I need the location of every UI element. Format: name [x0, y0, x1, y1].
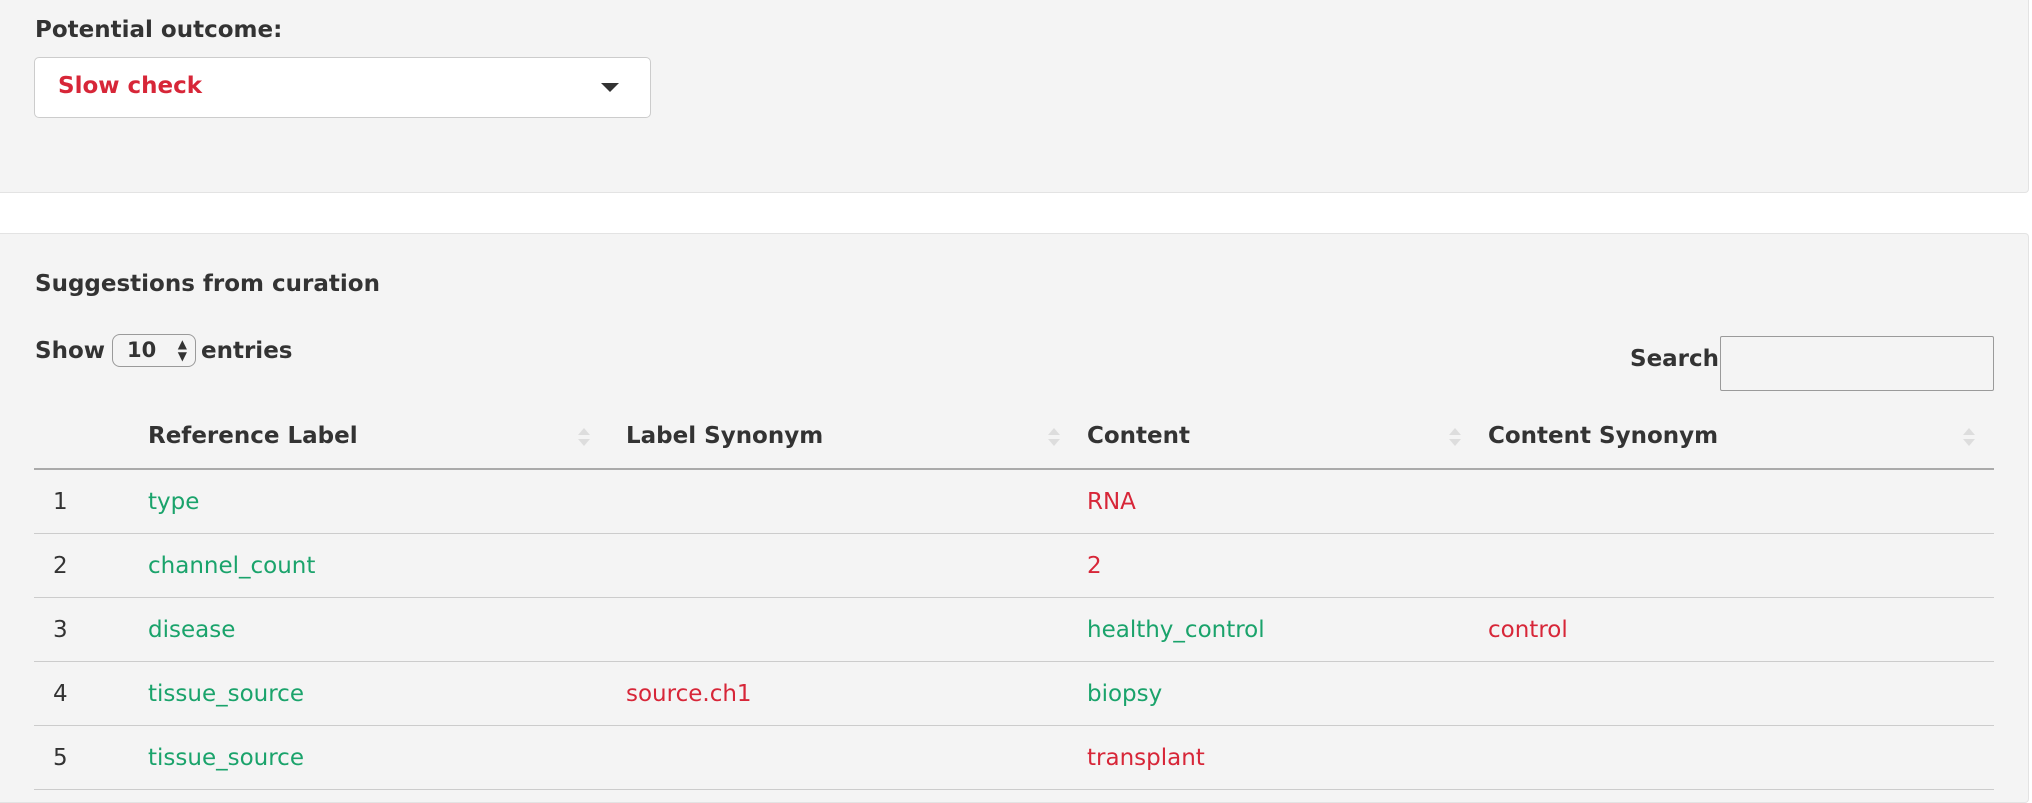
content-synonym-cell	[1488, 661, 1994, 726]
label-synonym-cell: source.ch1	[626, 661, 1087, 726]
content-synonym-cell: control	[1488, 597, 1994, 662]
outcome-label: Potential outcome:	[35, 17, 283, 43]
col-header-label: Reference Label	[148, 423, 358, 449]
length-menu: Show 10 ▲ ▼ entries	[35, 334, 292, 367]
row-index: 2	[34, 533, 148, 598]
outcome-selected-value: Slow check	[58, 73, 203, 99]
content-synonym-cell	[1488, 533, 1994, 598]
content-synonym-cell	[1488, 725, 1994, 790]
outcome-select[interactable]: Slow check	[34, 57, 651, 118]
label-synonym-cell	[626, 597, 1087, 662]
col-header-label: Content Synonym	[1488, 423, 1719, 449]
sort-icon	[578, 426, 590, 450]
row-index: 5	[34, 725, 148, 790]
label-synonym-cell	[626, 533, 1087, 598]
length-suffix: entries	[201, 337, 293, 364]
table-row[interactable]: 5 tissue_source transplant	[34, 725, 1994, 790]
content-synonym-cell	[1488, 469, 1994, 534]
table-header-row: Reference Label Label Synonym Content Co…	[34, 404, 1994, 470]
col-header-content-synonym[interactable]: Content Synonym	[1488, 404, 1994, 470]
table-row[interactable]: 1 type RNA	[34, 469, 1994, 534]
col-header-content[interactable]: Content	[1087, 404, 1488, 470]
col-header-reference-label[interactable]: Reference Label	[148, 404, 626, 470]
col-header-label-synonym[interactable]: Label Synonym	[626, 404, 1087, 470]
sort-icon	[1449, 426, 1461, 450]
suggestions-table: Reference Label Label Synonym Content Co…	[34, 404, 1994, 790]
outcome-panel: Potential outcome: Slow check	[0, 0, 2029, 193]
entries-value: 10	[127, 338, 157, 362]
suggestions-panel: Suggestions from curation Show 10 ▲ ▼ ent…	[0, 233, 2029, 803]
reference-label-cell: tissue_source	[148, 725, 626, 790]
row-index: 1	[34, 469, 148, 534]
content-cell: healthy_control	[1087, 597, 1488, 662]
col-header-label: Label Synonym	[626, 423, 824, 449]
content-cell: transplant	[1087, 725, 1488, 790]
search-label: Search:	[1630, 346, 1729, 372]
reference-label-cell: tissue_source	[148, 661, 626, 726]
table-row[interactable]: 2 channel_count 2	[34, 533, 1994, 598]
content-cell: 2	[1087, 533, 1488, 598]
col-header-index	[34, 404, 148, 470]
reference-label-cell: type	[148, 469, 626, 534]
table-row[interactable]: 4 tissue_source source.ch1 biopsy	[34, 661, 1994, 726]
table-row[interactable]: 3 disease healthy_control control	[34, 597, 1994, 662]
section-title: Suggestions from curation	[35, 271, 380, 297]
sort-icon	[1048, 426, 1060, 450]
updown-icon: ▲ ▼	[177, 337, 187, 363]
content-cell: RNA	[1087, 469, 1488, 534]
label-synonym-cell	[626, 725, 1087, 790]
sort-icon	[1963, 426, 1975, 450]
content-cell: biopsy	[1087, 661, 1488, 726]
length-prefix: Show	[35, 337, 105, 364]
col-header-label: Content	[1087, 423, 1191, 449]
reference-label-cell: disease	[148, 597, 626, 662]
chevron-down-icon	[601, 83, 619, 92]
entries-select[interactable]: 10 ▲ ▼	[112, 334, 196, 367]
row-index: 3	[34, 597, 148, 662]
search-input[interactable]	[1720, 336, 1994, 391]
label-synonym-cell	[626, 469, 1087, 534]
row-index: 4	[34, 661, 148, 726]
reference-label-cell: channel_count	[148, 533, 626, 598]
